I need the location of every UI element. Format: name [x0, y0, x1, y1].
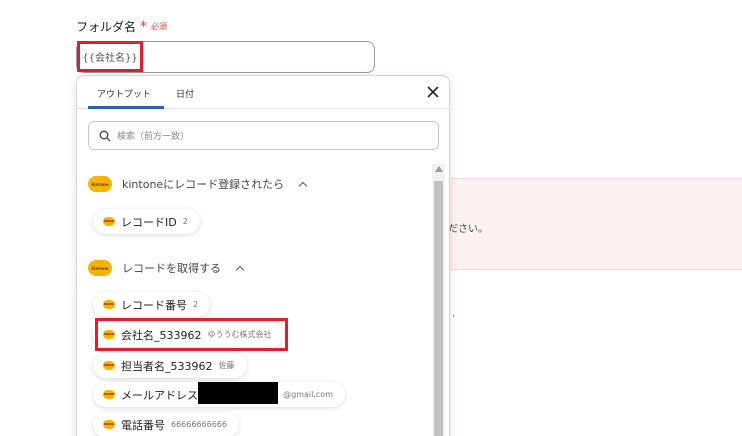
tab-date[interactable]: 日付 [176, 87, 194, 100]
folder-name-label: フォルダ名 * 必須 [76, 18, 167, 35]
chip-name: 電話番号 [121, 418, 165, 432]
scrollbar-thumb[interactable] [434, 181, 443, 436]
close-icon[interactable] [424, 83, 442, 101]
output-chip-record-number[interactable]: レコード番号 2 [93, 292, 211, 317]
kintone-icon [103, 300, 115, 309]
folder-name-label-text: フォルダ名 [76, 20, 137, 34]
chip-value: @gmail.com [283, 390, 333, 399]
active-tab-indicator [88, 106, 164, 109]
error-panel [444, 178, 742, 270]
kintone-icon [103, 420, 115, 429]
chip-name: 担当者名_533962 [121, 359, 213, 373]
search-icon [99, 130, 111, 141]
search-placeholder: 検索（前方一致） [117, 132, 190, 142]
company-name-token[interactable]: {{会社名}} [77, 41, 143, 72]
error-panel-text: ださい。 [448, 224, 488, 235]
chevron-up-icon[interactable] [235, 265, 245, 274]
kintone-logo: kintone [88, 260, 112, 276]
scroll-up-arrow-icon[interactable] [435, 166, 443, 172]
section-kintone-trigger[interactable]: kintone kintoneにレコード登録されたら [88, 176, 308, 192]
required-star: * [140, 18, 148, 35]
output-chip-record-id[interactable]: レコードID 2 [93, 209, 200, 234]
section-title: kintoneにレコード登録されたら [122, 178, 285, 191]
popup-tabs: アウトプット 日付 [77, 76, 449, 109]
chip-value: 2 [193, 300, 199, 309]
kintone-logo: kintone [88, 176, 112, 192]
chevron-up-icon[interactable] [298, 181, 308, 190]
chip-value: 66666666666 [171, 420, 227, 429]
chip-value: 2 [182, 217, 188, 226]
redaction-bar [198, 382, 278, 404]
chip-name: メールアドレス [121, 388, 198, 402]
chip-value: 佐藤 [218, 361, 235, 370]
section-get-record[interactable]: kintone レコードを取得する [88, 260, 245, 276]
kintone-icon [103, 217, 115, 226]
chip-name: レコードID [121, 215, 177, 229]
section-title: レコードを取得する [122, 262, 221, 275]
search-input[interactable]: 検索（前方一致） [88, 121, 439, 150]
output-chip-contact-name[interactable]: 担当者名_533962 佐藤 [93, 353, 247, 378]
chip-name: レコード番号 [121, 298, 187, 312]
highlight-box [95, 318, 288, 351]
background-mark: , [452, 308, 456, 319]
kintone-icon [103, 390, 115, 399]
kintone-icon [103, 361, 115, 370]
required-text: 必須 [151, 22, 168, 31]
tab-output[interactable]: アウトプット [97, 87, 151, 100]
company-name-token-text: {{会社名}} [82, 53, 138, 64]
output-chip-phone[interactable]: 電話番号 66666666666 [93, 412, 239, 436]
